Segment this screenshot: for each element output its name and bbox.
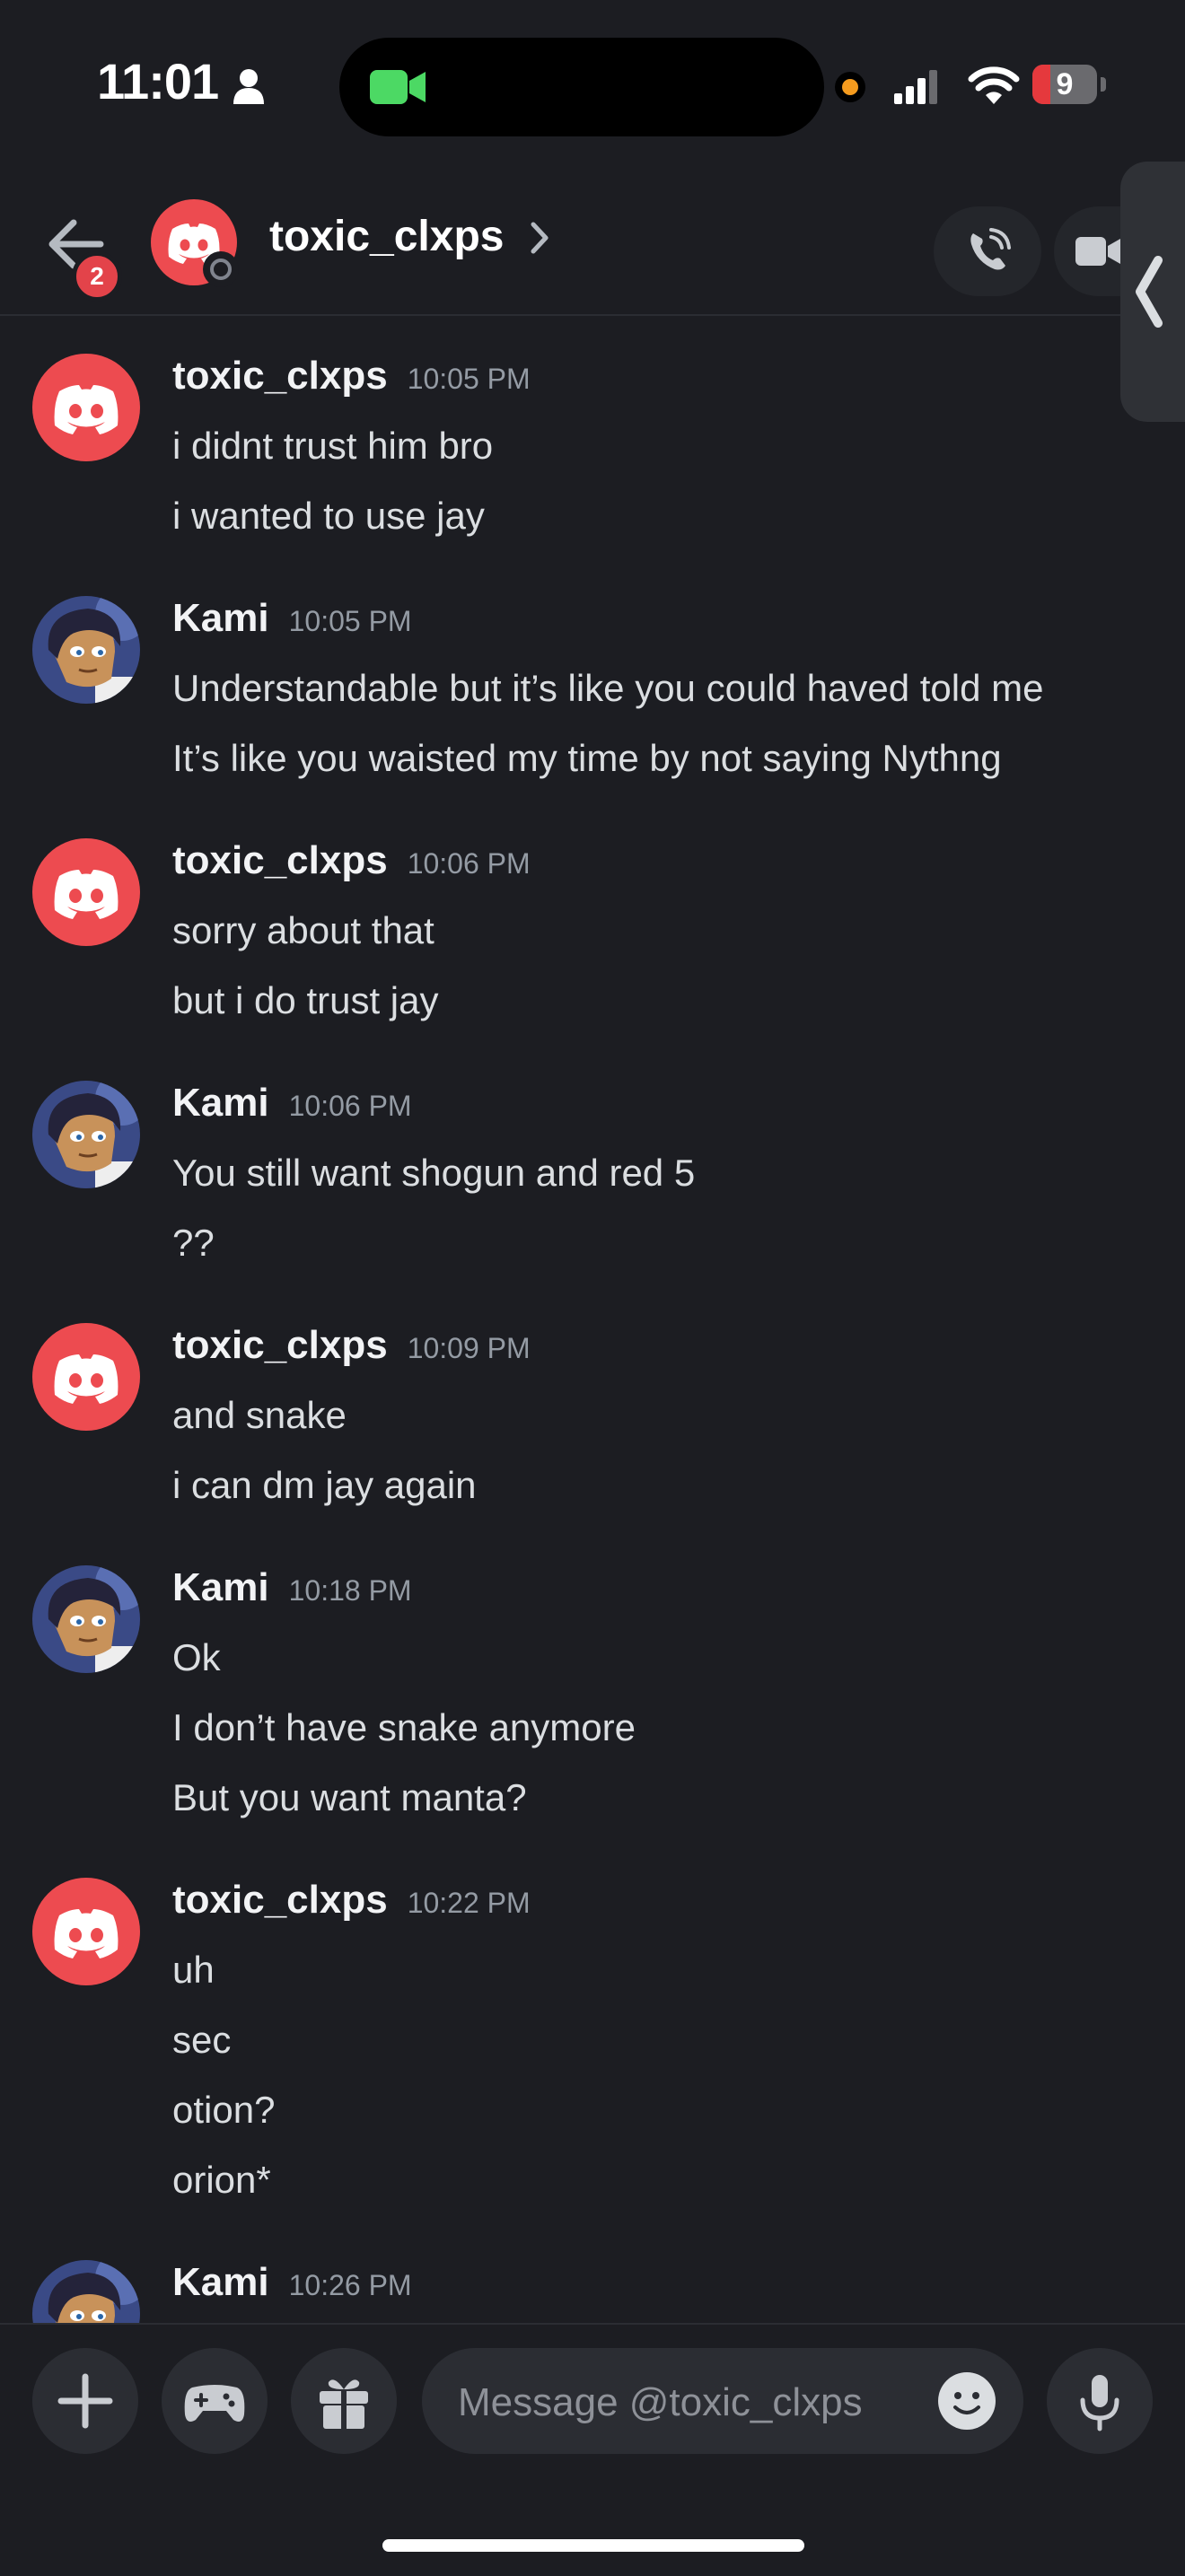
message-input-placeholder: Message @toxic_clxps (458, 2380, 863, 2424)
message-timestamp: 10:09 PM (407, 1332, 531, 1364)
gift-button[interactable] (291, 2348, 397, 2454)
message-text[interactable]: sorry about that (172, 896, 1160, 966)
attach-button[interactable] (32, 2348, 138, 2454)
message-author[interactable]: toxic_clxps (172, 1878, 388, 1922)
cartoon-character-avatar (32, 1565, 140, 1673)
message-text[interactable]: sec (172, 2005, 1160, 2075)
gamepad-icon (184, 2385, 245, 2422)
avatar[interactable] (32, 1565, 140, 1673)
message-text[interactable]: Understandable but it’s like you could h… (172, 653, 1160, 723)
phone-icon (970, 228, 1011, 270)
message-timestamp: 10:05 PM (407, 363, 531, 395)
avatar[interactable] (32, 354, 140, 461)
wifi-icon (968, 66, 1020, 104)
message-timestamp: 10:06 PM (288, 1090, 412, 1122)
battery-indicator: 9 (1032, 65, 1108, 106)
message-header: Kami 10:05 PM (172, 596, 412, 641)
message-timestamp: 10:06 PM (407, 847, 531, 880)
message-text[interactable]: Ok (172, 1623, 1160, 1693)
home-indicator[interactable] (382, 2539, 804, 2552)
message-author[interactable]: Kami (172, 596, 269, 640)
message-author[interactable]: Kami (172, 1565, 269, 1609)
message-author[interactable]: toxic_clxps (172, 838, 388, 882)
message-timestamp: 10:18 PM (288, 1574, 412, 1607)
message-text[interactable]: But you want manta? (172, 1763, 1160, 1833)
avatar[interactable] (32, 1323, 140, 1431)
cartoon-character-avatar (32, 2260, 140, 2323)
message-timestamp: 10:05 PM (288, 605, 412, 637)
avatar[interactable] (32, 596, 140, 704)
message-text[interactable]: I don’t have snake anymore (172, 1693, 1160, 1763)
message-composer: Message @toxic_clxps (0, 2323, 1185, 2576)
message-text[interactable]: i didnt trust him bro (172, 411, 1160, 481)
person-icon (233, 69, 264, 104)
microphone-icon (1080, 2375, 1119, 2431)
chevron-right-icon[interactable] (530, 219, 551, 257)
message-input[interactable]: Message @toxic_clxps (422, 2348, 1023, 2454)
message-header: Kami 10:06 PM (172, 1081, 412, 1126)
message-text[interactable]: ?? (172, 1208, 1160, 1278)
facetime-camera-icon (370, 70, 426, 104)
privacy-dot (842, 79, 858, 95)
discord-logo-icon (54, 870, 118, 919)
gift-icon (320, 2379, 368, 2429)
discord-logo-icon (54, 1909, 118, 1958)
message-text[interactable]: i wanted to use jay (172, 481, 1160, 551)
discord-logo-icon (54, 385, 118, 434)
activities-button[interactable] (162, 2348, 268, 2454)
message-timestamp: 10:22 PM (407, 1887, 531, 1919)
message-text[interactable]: otion? (172, 2075, 1160, 2145)
message-timestamp: 10:26 PM (288, 2269, 412, 2301)
voice-call-button[interactable] (934, 206, 1041, 296)
message-header: Kami 10:18 PM (172, 1565, 412, 1610)
message-text[interactable]: orion* (172, 2145, 1160, 2215)
avatar[interactable] (32, 2260, 140, 2323)
message-header: toxic_clxps 10:22 PM (172, 1878, 531, 1923)
message-author[interactable]: toxic_clxps (172, 354, 388, 398)
message-author[interactable]: Kami (172, 2260, 269, 2304)
avatar[interactable] (32, 1878, 140, 1985)
message-author[interactable]: Kami (172, 1081, 269, 1125)
cellular-signal-icon (894, 70, 937, 104)
battery-level: 9 (1056, 67, 1074, 101)
message-author[interactable]: toxic_clxps (172, 1323, 388, 1367)
avatar[interactable] (32, 1081, 140, 1188)
cartoon-character-avatar (32, 596, 140, 704)
status-bar: 11:01 9 (0, 0, 1185, 162)
message-header: toxic_clxps 10:09 PM (172, 1323, 531, 1368)
offline-status-icon (203, 251, 239, 287)
status-time: 11:01 (97, 53, 219, 110)
avatar[interactable] (32, 838, 140, 946)
message-header: toxic_clxps 10:06 PM (172, 838, 531, 883)
chat-header: 2 toxic_clxps (0, 162, 1185, 316)
discord-logo-icon (54, 1354, 118, 1404)
message-text[interactable]: uh (172, 1935, 1160, 2005)
message-text[interactable]: It’s like you waisted my time by not say… (172, 723, 1160, 793)
message-text[interactable]: i can dm jay again (172, 1450, 1160, 1520)
message-text[interactable]: but i do trust jay (172, 966, 1160, 1036)
voice-message-button[interactable] (1047, 2348, 1153, 2454)
unread-badge: 2 (72, 251, 122, 302)
emoji-icon[interactable] (937, 2371, 996, 2431)
cartoon-character-avatar (32, 1081, 140, 1188)
plus-icon (57, 2373, 113, 2429)
message-text[interactable]: and snake (172, 1380, 1160, 1450)
header-username[interactable]: toxic_clxps (269, 212, 504, 261)
message-header: toxic_clxps 10:05 PM (172, 354, 531, 399)
message-list[interactable]: toxic_clxps 10:05 PM i didnt trust him br… (0, 316, 1185, 2323)
message-header: Kami 10:26 PM (172, 2260, 412, 2305)
message-text[interactable]: You still want shogun and red 5 (172, 1138, 1160, 1208)
